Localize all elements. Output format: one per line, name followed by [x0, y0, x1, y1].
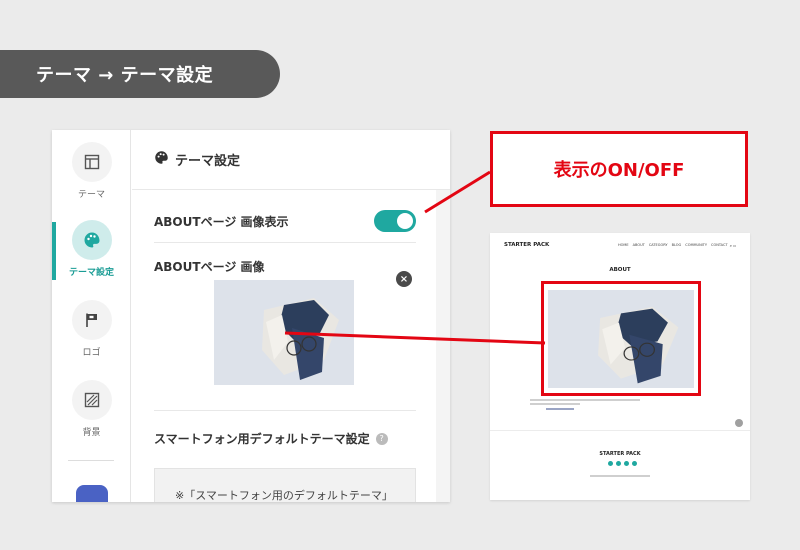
palette-icon: [71, 220, 112, 260]
sidebar-item-label: 背景: [82, 428, 101, 438]
toggle-knob: [397, 213, 413, 229]
divider: [154, 410, 416, 411]
preview-brand: STARTER PACK: [504, 242, 550, 248]
notice-box: ※「スマートフォン用のデフォルトテーマ」: [154, 468, 416, 502]
panel-title: テーマ設定: [175, 154, 241, 169]
about-image-label: ABOUTページ 画像: [154, 260, 265, 274]
preview-footer: STARTER PACK: [490, 430, 750, 500]
preview-nav-item: BLOG: [671, 243, 682, 247]
scrollbar[interactable]: [436, 190, 450, 502]
social-icon: [632, 461, 637, 466]
panel-header: テーマ設定: [132, 130, 450, 190]
sidebar-item-label: テーマ設定: [68, 268, 114, 278]
pattern-icon: [71, 380, 112, 420]
preview-nav-item: HOME: [618, 243, 629, 247]
social-icon: [608, 461, 613, 466]
preview-nav-item: ABOUT: [632, 243, 645, 247]
palette-icon: [154, 150, 175, 169]
sidebar-item-theme[interactable]: テーマ: [52, 142, 131, 200]
social-icon: [624, 461, 629, 466]
preview-text-line: [530, 399, 640, 401]
preview-about-image: [548, 290, 694, 388]
section-title: テーマ → テーマ設定: [36, 65, 214, 86]
smartphone-theme-label: スマートフォン用デフォルトテーマ設定: [154, 432, 370, 446]
about-image-thumbnail[interactable]: [214, 280, 354, 385]
sidebar-item-background[interactable]: 背景: [52, 380, 131, 438]
preview-page-title: ABOUT: [609, 267, 631, 273]
sidebar-item-logo[interactable]: ロゴ: [52, 300, 131, 358]
toggle-callout: 表示のON/OFF: [490, 131, 748, 207]
remove-image-button[interactable]: ×: [396, 271, 412, 287]
notice-text: ※「スマートフォン用のデフォルトテーマ」: [175, 489, 393, 502]
close-icon: ×: [399, 273, 409, 285]
about-image-display-row: ABOUTページ 画像表示: [154, 206, 416, 236]
sidebar-item-label: テーマ: [77, 190, 105, 200]
section-title-pill: テーマ → テーマ設定: [0, 50, 280, 98]
app-icon[interactable]: [76, 485, 108, 502]
settings-content: テーマ設定 ABOUTページ 画像表示 ABOUTページ 画像 × スマートフォ…: [132, 130, 450, 502]
help-icon[interactable]: ?: [375, 432, 388, 445]
preview-nav-item: CONTACT: [711, 243, 728, 247]
layout-icon: [71, 142, 112, 182]
preview-scroll-top-button: [735, 419, 743, 427]
preview-text-line: [530, 403, 580, 405]
preview-footer-line: [590, 475, 650, 477]
site-preview: STARTER PACK HOME ABOUT CATEGORY BLOG CO…: [490, 233, 750, 500]
smartphone-theme-row: スマートフォン用デフォルトテーマ設定 ?: [154, 430, 388, 447]
sidebar-rail: テーマ テーマ設定 ロゴ 背景: [52, 130, 131, 502]
callout-text: 表示のON/OFF: [553, 160, 685, 181]
preview-nav-item: CATEGORY: [648, 243, 668, 247]
about-image-display-toggle[interactable]: [374, 210, 416, 232]
social-icon: [616, 461, 621, 466]
sidebar-item-theme-settings[interactable]: テーマ設定: [52, 220, 131, 278]
editor-panel: テーマ テーマ設定 ロゴ 背景 テーマ設定 ABOUTページ 画像表示 ABOU…: [52, 130, 450, 502]
preview-footer-brand: STARTER PACK: [599, 451, 641, 457]
preview-nav: HOME ABOUT CATEGORY BLOG COMMUNITY CONTA…: [618, 243, 728, 247]
preview-link: [546, 408, 574, 410]
preview-search-icon: ⌕ ▫: [729, 243, 736, 248]
sidebar-divider: [68, 460, 114, 461]
preview-nav-item: COMMUNITY: [685, 243, 707, 247]
divider: [154, 242, 416, 243]
preview-social-icons: [608, 461, 637, 466]
about-image-display-label: ABOUTページ 画像表示: [154, 214, 289, 229]
flag-icon: [71, 300, 112, 340]
sidebar-item-label: ロゴ: [82, 348, 101, 358]
